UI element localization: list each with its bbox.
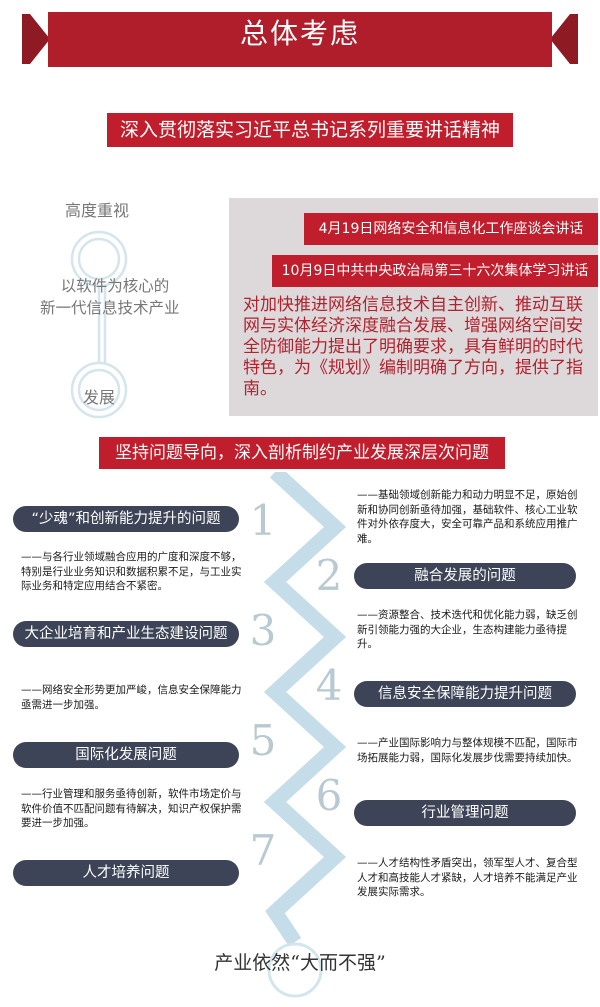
meeting-date-1: 4月19日网络安全和信息化工作座谈会讲话	[304, 213, 598, 245]
problem-pill-3: 大企业培育和产业生态建设问题	[13, 621, 239, 647]
page-title: 总体考虑	[239, 17, 360, 50]
problem-number-2: 2	[315, 551, 343, 600]
problem-pill-4: 信息安全保障能力提升问题	[354, 681, 576, 707]
problem-desc-3: ——资源整合、技术迭代和优化能力弱，缺乏创新引领能力强的大企业，生态构建能力亟待…	[357, 609, 578, 650]
left-bottom-text: 发展	[83, 388, 116, 407]
meeting-date-2: 10月9日中共中央政治局第三十六次集体学习讲话	[272, 255, 598, 287]
problem-desc-6: ——行业管理和服务亟待创新，软件市场定价与软件价值不匹配问题有待解决，知识产权保…	[21, 788, 242, 829]
section2-title: 坚持问题导向，深入剖析制约产业发展深层次问题	[99, 437, 505, 469]
problem-pill-7: 人才培养问题	[13, 860, 239, 886]
problem-number-7: 7	[249, 826, 277, 875]
problem-pill-2: 融合发展的问题	[354, 563, 576, 589]
left-middle-line1: 以软件为核心的	[60, 277, 170, 295]
subtitle-bar: 深入贯彻落实习近平总书记系列重要讲话精神	[107, 113, 513, 147]
left-middle-line2: 新一代信息技术产业	[40, 299, 180, 317]
problem-number-4: 4	[315, 661, 343, 710]
problem-pill-5: 国际化发展问题	[13, 742, 239, 768]
footer-text: 产业依然“大而不强”	[214, 952, 386, 974]
problem-desc-4: ——网络安全形势更加严峻，信息安全保障能力亟需进一步加强。	[21, 684, 242, 711]
problem-number-6: 6	[315, 771, 343, 820]
meeting-paragraph: 对加快推进网络信息技术自主创新、推动互联网与实体经济深度融合发展、增强网络空间安…	[243, 295, 583, 399]
problem-desc-2: ——与各行业领域融合应用的广度和深度不够，特别是行业业务知识和数据积累不足，与工…	[21, 551, 242, 592]
problem-pill-1: “少魂”和创新能力提升的问题	[13, 506, 239, 532]
problem-pill-6: 行业管理问题	[354, 800, 576, 826]
left-top-text: 高度重视	[65, 201, 130, 220]
problem-desc-7: ——人才结构性矛盾突出，领军型人才、复合型人才和高技能人才紧缺，人才培养不能满足…	[357, 857, 578, 898]
problem-number-1: 1	[249, 496, 277, 545]
problem-number-3: 3	[249, 606, 277, 655]
problem-number-5: 5	[249, 716, 277, 765]
problem-desc-1: ——基础领域创新能力和动力明显不足，原始创新和协同创新亟待加强，基础软件、核心工…	[357, 489, 578, 545]
problem-desc-5: ——产业国际影响力与整体规模不匹配，国际市场拓展能力弱，国际化发展步伐需要持续加…	[357, 737, 578, 764]
left-middle-text: 以软件为核心的 新一代信息技术产业	[40, 275, 190, 319]
